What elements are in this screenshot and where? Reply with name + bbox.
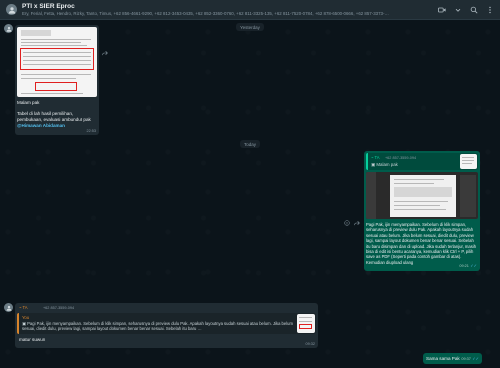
message-text: matur suwun: [19, 337, 46, 342]
chat-members: Ery, Ferial, Fetta, Hendro, Rizky, Tanto…: [22, 11, 389, 16]
message-time: 22:53: [86, 129, 96, 133]
image-icon: ▣: [371, 162, 376, 167]
reply-quote[interactable]: You ▣ Pagi Pak, ijin menyampaikan. Sebel…: [17, 313, 316, 334]
read-receipt-icon: ✓✓: [470, 263, 477, 268]
user-icon: [6, 305, 11, 311]
group-icon: [8, 6, 15, 14]
message-text: Sama sama Pak: [426, 355, 460, 361]
image-attachment[interactable]: [366, 172, 478, 219]
message-bubble-outgoing[interactable]: Sama sama Pak 09:37 ✓✓: [423, 353, 482, 364]
emoji-reaction-icon[interactable]: [344, 220, 350, 226]
chevron-down-icon[interactable]: [453, 5, 462, 14]
chat-header[interactable]: PTI x SIER Eproc Ery, Ferial, Fetta, Hen…: [0, 0, 500, 20]
chat-info[interactable]: PTI x SIER Eproc Ery, Ferial, Fetta, Hen…: [22, 3, 431, 16]
quote-thumbnail: [460, 154, 477, 169]
sender-avatar[interactable]: [4, 24, 13, 33]
message-bubble-outgoing[interactable]: ~ TA +62 857-3559-094 ▣ Malam pak Pagi P…: [364, 151, 480, 271]
quote-text: Malam pak: [376, 162, 398, 167]
user-icon: [6, 26, 11, 32]
chat-title: PTI x SIER Eproc: [22, 3, 75, 10]
quote-sender: ~ TA: [371, 155, 380, 160]
quote-sender: You: [22, 315, 30, 320]
quote-thumbnail: [297, 314, 315, 333]
sender-phone: +62 857-3559-094: [42, 306, 75, 310]
quote-text: Pagi Pak, ijin menyampaikan. Sebelum di …: [22, 321, 293, 331]
search-icon[interactable]: [469, 5, 478, 14]
message-text: Pagi Pak, ijin menyampaikan. Sebelum di …: [366, 222, 477, 265]
message-time: 09:32: [305, 342, 315, 346]
message-time: 09:21: [459, 264, 469, 268]
read-receipt-icon: ✓✓: [472, 355, 479, 361]
image-attachment[interactable]: [17, 27, 97, 97]
video-icon[interactable]: [437, 5, 446, 14]
message-text: Malam pak: [17, 100, 40, 105]
mention-link[interactable]: @Himawan Abidaman: [17, 123, 65, 128]
menu-icon[interactable]: [485, 5, 494, 14]
quote-phone: +62 857-3559-094: [384, 156, 417, 160]
message-text: Tabel di lah hasil pemilihan, pembukaan,…: [17, 111, 91, 128]
sender-avatar[interactable]: [4, 303, 13, 312]
group-avatar[interactable]: [6, 4, 17, 15]
date-separator-yesterday: Yesterday: [236, 23, 264, 31]
message-bubble-incoming[interactable]: Malam pak Tabel di lah hasil pemilihan, …: [15, 25, 99, 135]
message-time: 09:37: [461, 356, 471, 361]
message-bubble-incoming[interactable]: ~ TA +62 857-3559-094 You ▣ Pagi Pak, ij…: [15, 303, 318, 348]
message-sender[interactable]: ~ TA: [19, 305, 28, 310]
chat-area[interactable]: Yesterday Malam pak Tabel di lah hasil p…: [0, 20, 500, 368]
forward-icon[interactable]: [102, 50, 108, 56]
date-separator-today: Today: [240, 140, 261, 148]
forward-icon[interactable]: [354, 220, 360, 226]
reply-quote[interactable]: ~ TA +62 857-3559-094 ▣ Malam pak: [366, 153, 478, 170]
